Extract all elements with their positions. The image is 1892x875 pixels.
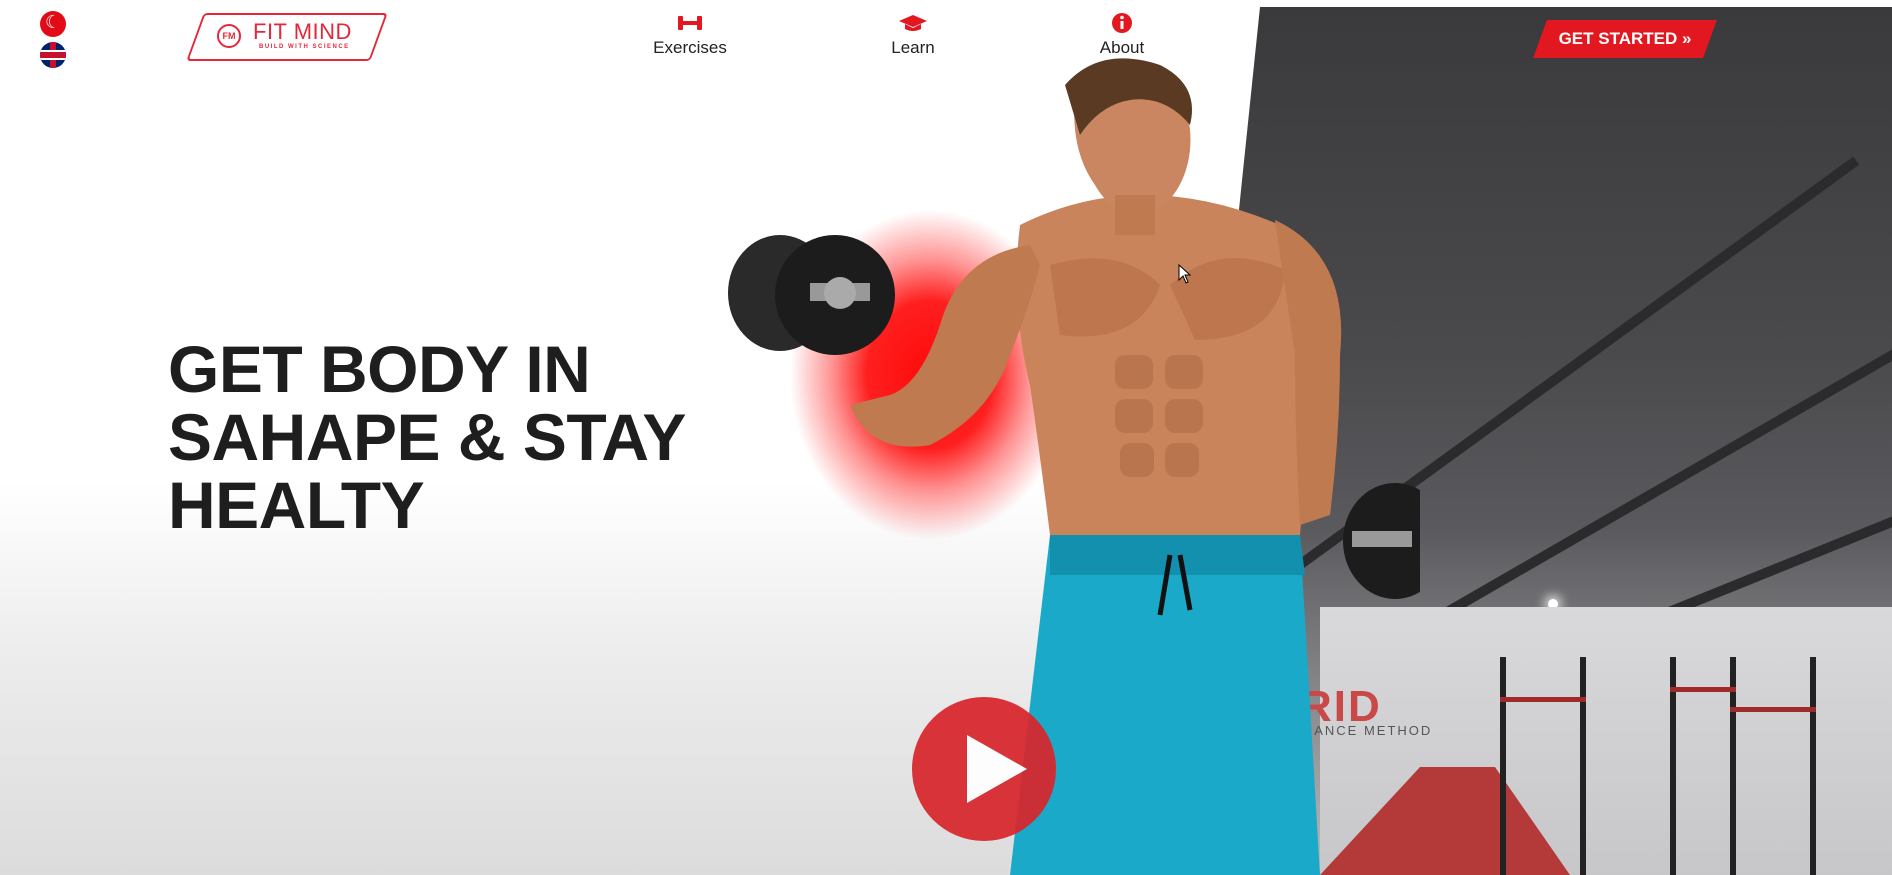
- hero-headline: GET BODY IN SAHAPE & STAY HEALTY: [168, 335, 686, 539]
- nav-learn[interactable]: Learn: [880, 12, 946, 58]
- get-started-button[interactable]: GET STARTED »: [1533, 20, 1717, 58]
- athlete-image: [728, 58, 1420, 875]
- landing-page: RID RMANCE METHOD ☾ FM FIT MIND BUILD WI…: [0, 0, 1892, 875]
- mouse-cursor-icon: [1178, 264, 1192, 284]
- headline-line-3: HEALTY: [168, 468, 425, 542]
- get-started-label: GET STARTED »: [1558, 29, 1692, 48]
- logo-title: FIT MIND: [253, 19, 352, 44]
- nav-exercises[interactable]: Exercises: [650, 12, 730, 58]
- fitmind-logo[interactable]: FM FIT MIND BUILD WITH SCIENCE: [186, 13, 388, 61]
- turkish-flag-icon[interactable]: [40, 11, 66, 37]
- uk-flag-icon[interactable]: [40, 42, 66, 68]
- nav-label-learn: Learn: [891, 38, 935, 57]
- logo-badge: FM: [217, 24, 241, 48]
- play-video-button[interactable]: [912, 697, 1056, 841]
- info-icon: [1112, 13, 1132, 33]
- nav-about[interactable]: About: [1092, 12, 1152, 58]
- graduation-cap-icon: [899, 15, 927, 31]
- nav-label-exercises: Exercises: [653, 38, 727, 57]
- headline-line-2: SAHAPE & STAY: [168, 400, 686, 474]
- dumbbell-icon: [678, 16, 702, 30]
- nav-label-about: About: [1099, 38, 1145, 57]
- headline-line-1: GET BODY IN: [168, 332, 591, 406]
- logo-subtitle: BUILD WITH SCIENCE: [259, 44, 350, 50]
